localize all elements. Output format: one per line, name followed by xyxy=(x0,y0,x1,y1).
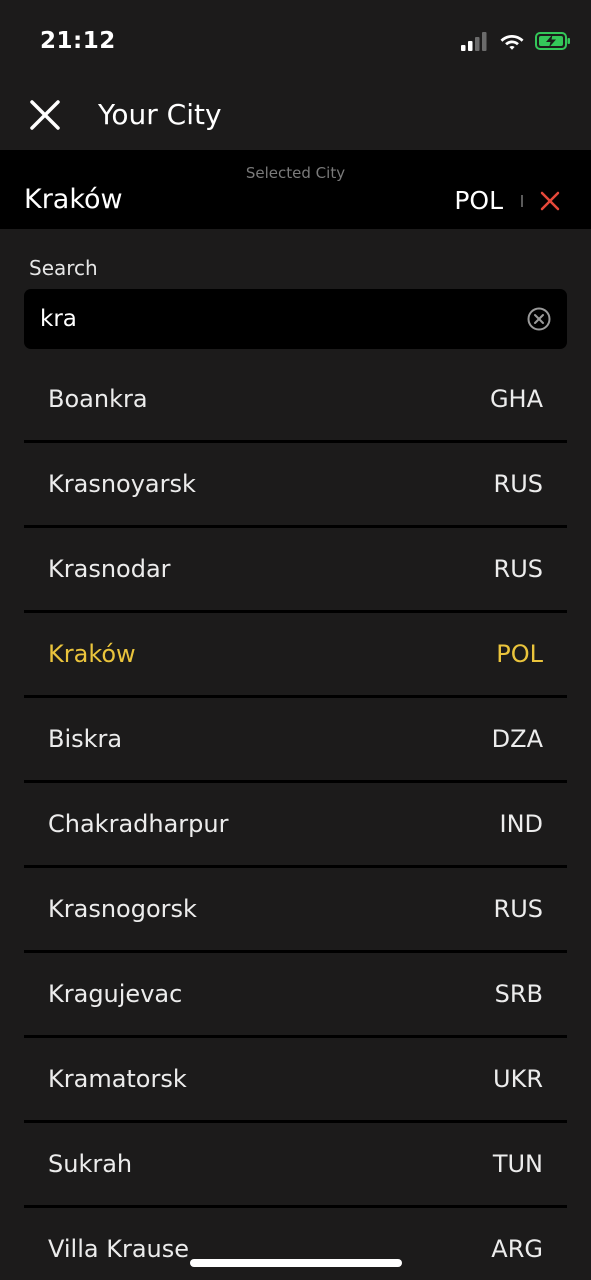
city-country-code: RUS xyxy=(493,470,543,498)
selected-city-bar: Selected City Kraków POL xyxy=(0,150,591,229)
selected-city-country: POL xyxy=(454,186,503,215)
city-results-list: Boankra GHA Krasnoyarsk RUS Krasnodar RUS Krak… xyxy=(24,358,567,1280)
city-name: Chakradharpur xyxy=(48,810,229,838)
close-icon xyxy=(30,100,60,130)
city-country-code: IND xyxy=(499,810,543,838)
home-indicator xyxy=(190,1259,402,1267)
city-picker-screen: 21:12 Your City Selected City Kraków POL… xyxy=(0,0,591,1280)
city-country-code: UKR xyxy=(493,1065,543,1093)
cellular-signal-icon xyxy=(461,32,487,51)
search-label: Search xyxy=(29,256,98,280)
city-list-item[interactable]: Villa Krause ARG xyxy=(24,1208,567,1280)
city-list-item[interactable]: Sukrah TUN xyxy=(24,1123,567,1208)
status-time: 21:12 xyxy=(40,28,116,54)
status-bar: 21:12 xyxy=(0,0,591,86)
city-list-item[interactable]: Chakradharpur IND xyxy=(24,783,567,868)
city-list-item[interactable]: Boankra GHA xyxy=(24,358,567,443)
close-button[interactable] xyxy=(28,98,62,132)
city-list-item[interactable]: Biskra DZA xyxy=(24,698,567,783)
city-country-code: POL xyxy=(496,640,543,668)
status-icons xyxy=(461,31,571,51)
close-icon xyxy=(540,191,560,211)
city-name: Kraków xyxy=(48,640,136,668)
remove-selected-city-button[interactable] xyxy=(539,190,561,212)
clear-circle-icon xyxy=(527,307,551,331)
city-name: Krasnoyarsk xyxy=(48,470,196,498)
city-list-item[interactable]: Kraków POL xyxy=(24,613,567,698)
city-name: Krasnodar xyxy=(48,555,171,583)
city-name: Kramatorsk xyxy=(48,1065,187,1093)
search-box xyxy=(24,289,567,349)
battery-charging-icon xyxy=(535,32,570,50)
city-country-code: DZA xyxy=(491,725,543,753)
header: Your City xyxy=(0,86,591,150)
city-name: Krasnogorsk xyxy=(48,895,197,923)
wifi-icon xyxy=(500,35,524,50)
city-country-code: RUS xyxy=(493,895,543,923)
search-input[interactable] xyxy=(40,289,510,349)
city-list-item[interactable]: Krasnodar RUS xyxy=(24,528,567,613)
page-title: Your City xyxy=(98,98,222,131)
city-list-item[interactable]: Krasnogorsk RUS xyxy=(24,868,567,953)
selected-city-name: Kraków xyxy=(24,184,123,215)
city-name: Kragujevac xyxy=(48,980,183,1008)
city-list-item[interactable]: Krasnoyarsk RUS xyxy=(24,443,567,528)
city-country-code: SRB xyxy=(494,980,543,1008)
city-list-item[interactable]: Kragujevac SRB xyxy=(24,953,567,1038)
city-name: Villa Krause xyxy=(48,1235,190,1263)
search-clear-button[interactable] xyxy=(527,307,551,331)
city-country-code: ARG xyxy=(491,1235,543,1263)
city-name: Biskra xyxy=(48,725,123,753)
city-list-item[interactable]: Kramatorsk UKR xyxy=(24,1038,567,1123)
city-country-code: GHA xyxy=(489,385,543,413)
divider xyxy=(521,195,523,207)
city-name: Sukrah xyxy=(48,1150,133,1178)
selected-city-caption: Selected City xyxy=(245,164,346,182)
city-country-code: TUN xyxy=(492,1150,543,1178)
city-name: Boankra xyxy=(48,385,148,413)
city-country-code: RUS xyxy=(493,555,543,583)
